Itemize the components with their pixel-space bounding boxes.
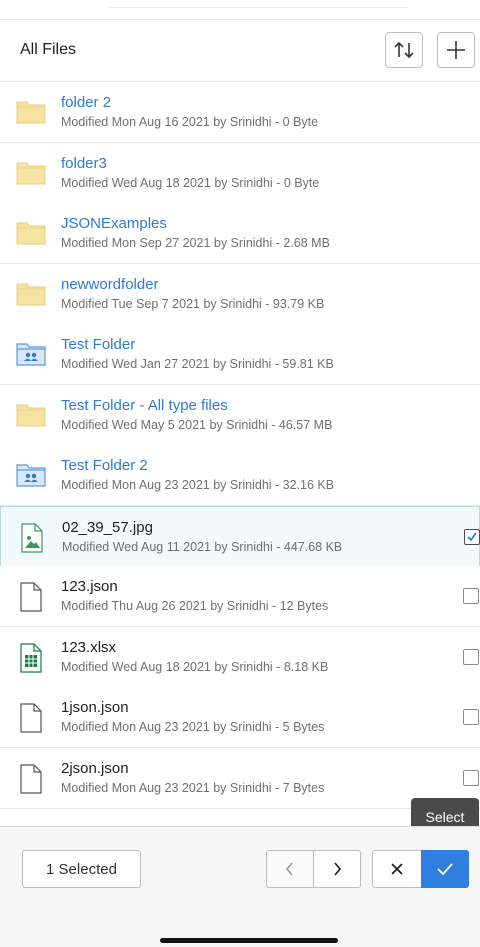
file-row[interactable]: 123.json Modified Thu Aug 26 2021 by Srin… [0,566,480,627]
document-icon [16,582,46,612]
header-bar: All Files [0,20,480,82]
folder-name-link[interactable]: Test Folder 2 [61,457,148,474]
item-meta: Modified Wed Aug 11 2021 by Srinidhi - 4… [62,539,343,554]
folder-icon [16,98,46,126]
folder-icon [16,280,46,308]
file-row[interactable]: 02_39_57.jpg Modified Wed Aug 11 2021 by … [0,505,480,567]
file-name: 123.json [61,578,118,595]
previous-page-button[interactable] [266,850,314,888]
top-strip [0,0,480,20]
select-checkbox[interactable] [463,709,479,725]
item-meta: Modified Mon Aug 23 2021 by Srinidhi - 7… [61,780,325,795]
select-checkbox[interactable] [463,648,479,665]
file-list: folder 2 Modified Mon Aug 16 2021 by Srin… [0,82,480,826]
select-checkbox[interactable] [463,588,479,604]
folder-icon [16,159,46,187]
home-indicator [160,938,338,943]
file-name: 1json.json [61,699,129,716]
item-meta: Modified Mon Aug 16 2021 by Srinidhi - 0… [61,115,319,129]
sort-button[interactable] [385,32,423,68]
folder-name-link[interactable]: JSONExamples [61,215,167,232]
folder-row[interactable]: Test Folder Modified Wed Jan 27 2021 by S… [0,324,480,385]
item-meta: Modified Mon Aug 23 2021 by Srinidhi - 3… [61,478,335,492]
item-meta: Modified Wed Aug 18 2021 by Srinidhi - 8… [61,659,329,674]
spreadsheet-icon [16,642,46,673]
item-meta: Modified Wed May 5 2021 by Srinidhi - 46… [61,417,333,432]
folder-row[interactable]: Test Folder 2 Modified Mon Aug 23 2021 by… [0,445,480,506]
folder-name-link[interactable]: folder3 [61,155,107,172]
page-title: All Files [20,41,77,58]
select-checkbox[interactable] [464,528,480,545]
folder-row[interactable]: Test Folder - All type files Modified Wed… [0,384,480,446]
item-meta: Modified Wed Jan 27 2021 by Srinidhi - 5… [61,357,334,371]
confirm-select-button[interactable] [421,850,469,888]
file-row[interactable]: 2json.json Modified Mon Aug 23 2021 by Sr… [0,747,480,809]
folder-name-link[interactable]: newwordfolder [61,276,159,293]
item-meta: Modified Mon Sep 27 2021 by Srinidhi - 2… [61,236,330,250]
file-name: 2json.json [61,759,129,777]
folder-icon [16,401,46,429]
folder-row[interactable]: newwordfolder Modified Tue Sep 7 2021 by … [0,263,480,325]
checkmark-icon [437,863,453,875]
folder-name-link[interactable]: Test Folder [61,336,135,353]
folder-row[interactable]: JSONExamples Modified Mon Sep 27 2021 by … [0,203,480,264]
next-page-button[interactable] [313,850,361,888]
selected-count-button[interactable]: 1 Selected [22,850,141,888]
document-icon [16,763,46,794]
shared-folder-icon [16,340,46,368]
select-checkbox[interactable] [463,769,479,786]
folder-name-link[interactable]: folder 2 [61,94,111,111]
close-icon [391,863,403,875]
item-meta: Modified Thu Aug 26 2021 by Srinidhi - 1… [61,599,329,613]
document-icon [16,703,46,733]
sort-icon [394,41,414,59]
cancel-button[interactable] [372,850,422,888]
folder-icon [16,219,46,247]
file-row[interactable]: 1json.json Modified Mon Aug 23 2021 by Sr… [0,687,480,748]
item-meta: Modified Tue Sep 7 2021 by Srinidhi - 93… [61,296,325,311]
chevron-left-icon [285,862,293,876]
plus-icon [447,41,465,59]
item-meta: Modified Mon Aug 23 2021 by Srinidhi - 5… [61,720,325,734]
file-name: 123.xlsx [61,638,117,656]
folder-row[interactable]: folder3 Modified Wed Aug 18 2021 by Srini… [0,142,480,204]
image-file-icon [17,522,47,553]
checkmark-icon [467,531,477,541]
chevron-right-icon [334,862,342,876]
shared-folder-icon [16,461,46,489]
file-row[interactable]: 123.xlsx Modified Wed Aug 18 2021 by Srin… [0,626,480,688]
footer-bar: 1 Selected [0,826,480,947]
file-name: 02_39_57.jpg [62,518,153,536]
folder-name-link[interactable]: Test Folder - All type files [61,397,228,414]
item-meta: Modified Wed Aug 18 2021 by Srinidhi - 0… [61,175,320,190]
add-button[interactable] [437,32,475,68]
folder-row[interactable]: folder 2 Modified Mon Aug 16 2021 by Srin… [0,82,480,143]
previous-screen-edge [108,0,408,8]
